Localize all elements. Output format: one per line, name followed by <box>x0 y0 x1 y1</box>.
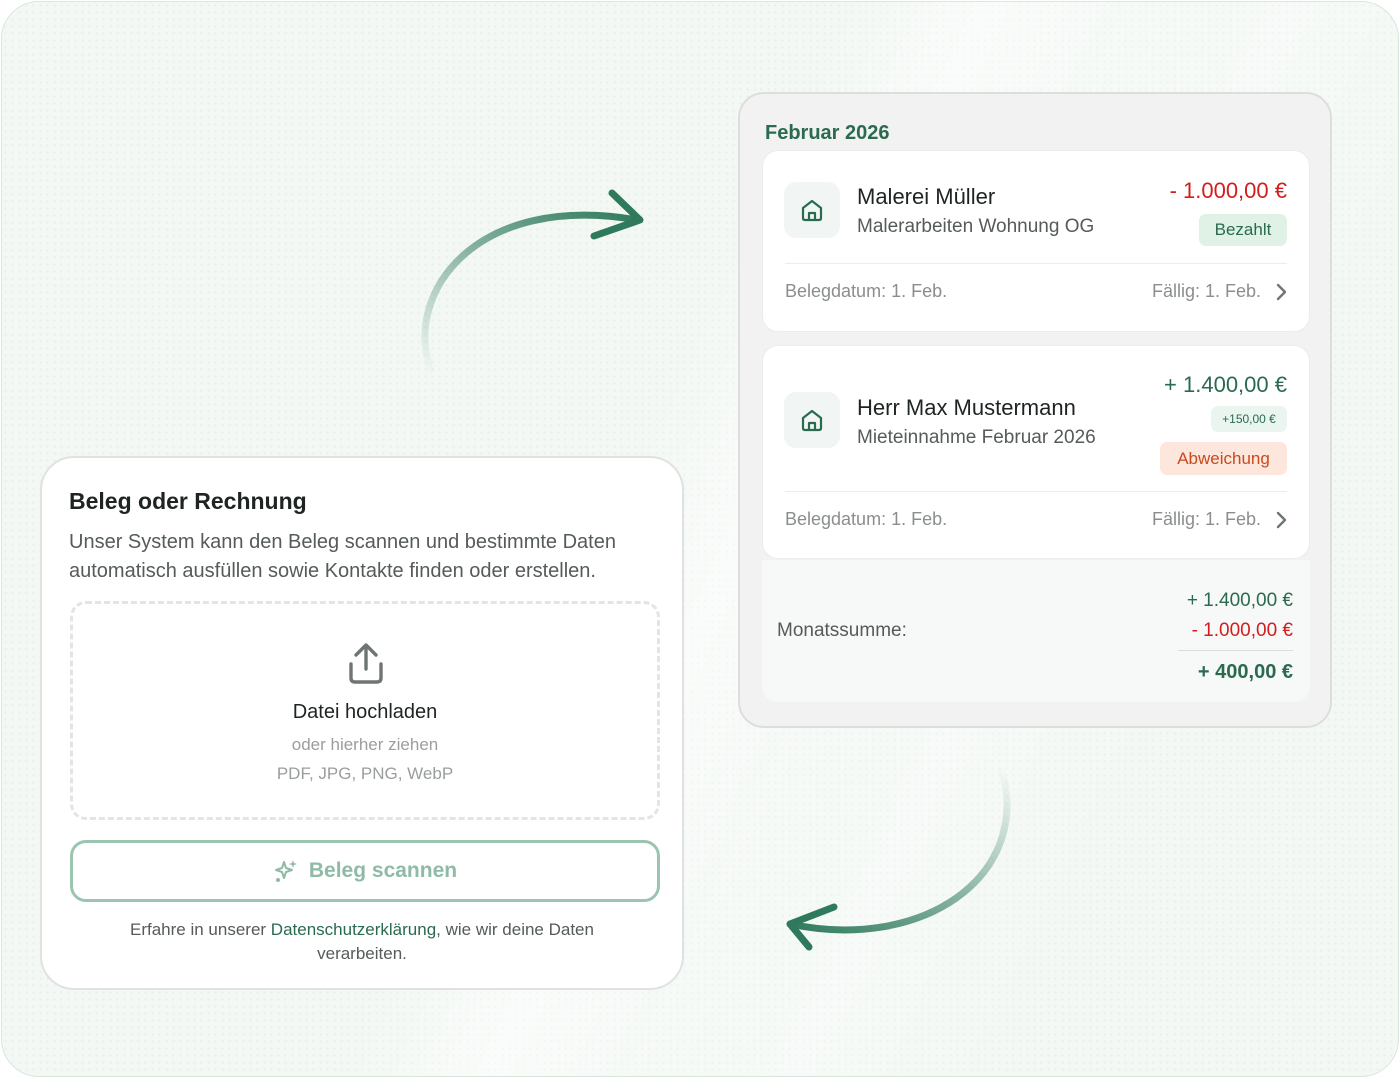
transaction-amount: - 1.000,00 € <box>1169 178 1287 203</box>
summary-total: + 400,00 € <box>1197 661 1293 683</box>
summary-label: Monatssumme: <box>777 620 907 641</box>
transaction-footer: Belegdatum: 1. Feb. Fällig: 1. Feb. <box>785 281 1287 302</box>
status-badge: Bezahlt <box>1199 214 1287 246</box>
finance-panel: Februar 2026 Malerei Müller Malerarbeite… <box>738 92 1332 728</box>
chevron-right-icon[interactable] <box>1275 283 1287 301</box>
receipt-date: Belegdatum: 1. Feb. <box>785 509 948 529</box>
transaction-name: Herr Max Mustermann <box>857 395 1076 420</box>
summary-income: + 1.400,00 € <box>1186 590 1293 611</box>
upload-card: Beleg oder Rechnung Unser System kann de… <box>40 456 684 990</box>
difference-badge: +150,00 € <box>1211 406 1287 432</box>
transaction-amount: + 1.400,00 € <box>1164 372 1287 397</box>
divider <box>785 263 1287 264</box>
file-dropzone[interactable]: Datei hochladen oder hierher ziehen PDF,… <box>70 601 660 820</box>
upload-description: Unser System kann den Beleg scannen und … <box>69 531 616 582</box>
due-date: Fällig: 1. Feb. <box>1151 281 1261 301</box>
summary-divider <box>1178 650 1293 651</box>
divider <box>785 491 1287 492</box>
privacy-note: Erfahre in unserer Datenschutzerklärung,… <box>92 918 632 966</box>
upload-title: Beleg oder Rechnung <box>69 488 307 514</box>
sparkle-icon <box>274 860 297 882</box>
due-date: Fällig: 1. Feb. <box>1151 509 1261 529</box>
transaction-name: Malerei Müller <box>857 184 996 209</box>
scan-button-label: Beleg scannen <box>308 859 458 882</box>
chevron-right-icon[interactable] <box>1275 511 1287 529</box>
summary-expense: - 1.000,00 € <box>1191 620 1293 641</box>
dropzone-formats: PDF, JPG, PNG, WebP <box>276 764 454 783</box>
dropzone-subtitle: oder hierher ziehen <box>291 735 439 754</box>
scan-receipt-button[interactable]: Beleg scannen <box>70 840 660 902</box>
privacy-link[interactable]: Datenschutzerklärung <box>271 920 436 939</box>
arrow-to-panel-icon <box>421 189 644 376</box>
transaction-card[interactable]: Herr Max Mustermann Mieteinnahme Februar… <box>762 345 1310 559</box>
status-badge: Abweichung <box>1160 442 1287 475</box>
transaction-footer: Belegdatum: 1. Feb. Fällig: 1. Feb. <box>785 509 1287 530</box>
privacy-prefix: Erfahre in unserer <box>130 920 271 939</box>
transaction-card[interactable]: Malerei Müller Malerarbeiten Wohnung OG … <box>762 150 1310 332</box>
transaction-description: Malerarbeiten Wohnung OG <box>857 216 1095 237</box>
arrow-to-upload-icon <box>786 766 1011 951</box>
dropzone-title: Datei hochladen <box>292 701 438 723</box>
monthly-summary: Monatssumme: + 1.400,00 € - 1.000,00 € +… <box>762 560 1310 702</box>
transaction-description: Mieteinnahme Februar 2026 <box>857 427 1096 448</box>
month-label: Februar 2026 <box>765 122 890 144</box>
receipt-date: Belegdatum: 1. Feb. <box>785 281 948 301</box>
house-icon <box>784 392 840 448</box>
upload-icon <box>349 643 383 684</box>
house-icon <box>784 182 840 238</box>
